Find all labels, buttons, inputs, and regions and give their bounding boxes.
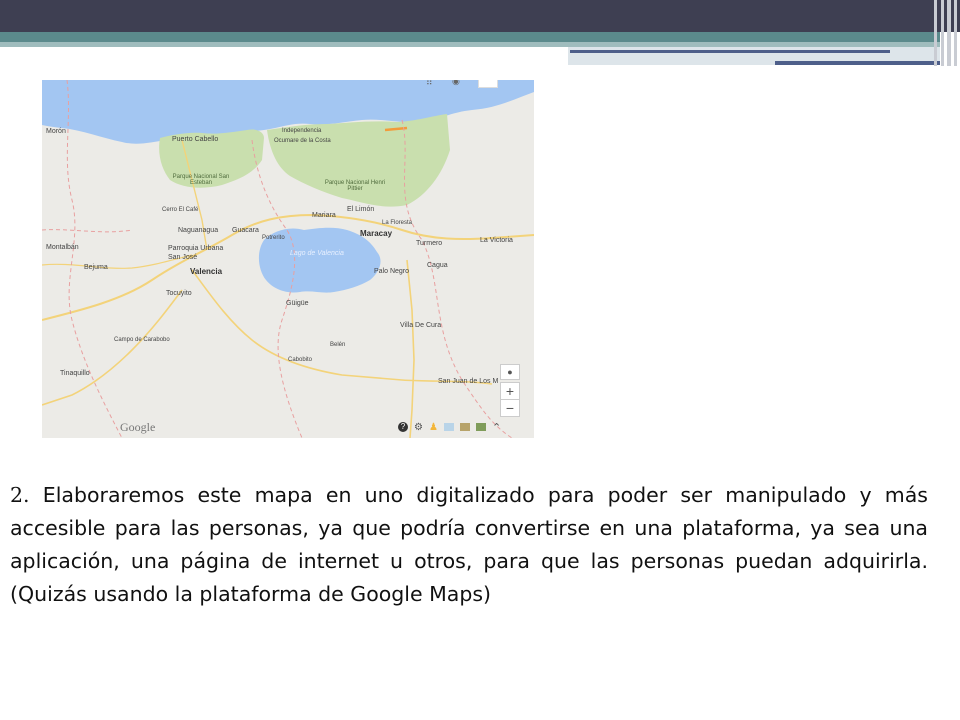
slide-header-rule — [570, 50, 890, 53]
place-label: La Victoria — [480, 237, 513, 244]
place-label: Naguanagua — [178, 227, 219, 234]
place-label: Belén — [330, 342, 346, 348]
slide-header-accent — [0, 32, 940, 42]
menu-box[interactable] — [478, 80, 498, 88]
expand-button[interactable]: ⌃ — [492, 421, 501, 434]
place-label: Cerro El Café — [162, 207, 199, 213]
zoom-in-button[interactable]: + — [500, 382, 520, 400]
place-label: Morón — [46, 128, 66, 135]
slide-corner-bars — [932, 0, 960, 66]
place-label: Güigüe — [286, 300, 309, 307]
place-label: Ocumare de la Costa — [274, 138, 331, 144]
place-label: San Juan de Los M — [438, 378, 499, 385]
city-label: Maracay — [360, 229, 393, 238]
place-label: Parroquia Urbana San José — [168, 245, 224, 261]
place-label: El Limón — [347, 206, 375, 213]
place-label: Cagua — [427, 262, 448, 269]
place-label: Turmero — [416, 240, 443, 247]
place-label: Campo de Carabobo — [114, 337, 170, 343]
place-label: Cabobito — [288, 357, 313, 363]
place-label: Guacara — [232, 227, 259, 234]
pegman-icon[interactable]: ♟ — [429, 422, 438, 433]
park-label: Parque Nacional San Esteban — [172, 174, 230, 186]
slide-body-text: 2. Elaboraremos este mapa en uno digital… — [10, 479, 928, 611]
slide-header-rule-short — [775, 61, 940, 65]
place-label: Montalbán — [46, 244, 79, 251]
map-layer-thumbnail[interactable] — [443, 423, 454, 431]
place-label: Villa De Cura — [400, 322, 442, 329]
place-label: Bejuma — [84, 264, 108, 271]
map-options-icon[interactable]: ⠿ — [426, 80, 433, 88]
map-view[interactable]: Morón Puerto Cabello Independencia Ocuma… — [42, 80, 534, 438]
help-icon[interactable]: ? — [398, 422, 408, 432]
satellite-layer-thumbnail[interactable] — [459, 423, 470, 431]
google-logo: Google — [120, 420, 156, 434]
place-label: Palo Negro — [374, 268, 410, 275]
park-label: Parque Nacional Henri Pittier — [324, 180, 386, 192]
place-label: Tinaquillo — [60, 370, 90, 377]
gear-icon[interactable]: ⚙ — [414, 422, 423, 433]
my-location-button[interactable]: ● — [500, 364, 520, 380]
terrain-layer-thumbnail[interactable] — [475, 423, 486, 431]
city-label: Valencia — [190, 267, 223, 276]
map-bottom-toolbar: ? ⚙ ♟ ⌃ — [398, 420, 501, 434]
zoom-out-button[interactable]: − — [500, 399, 520, 417]
place-label: Potrerito — [262, 235, 285, 241]
locate-icon[interactable]: ◉ — [452, 80, 460, 87]
place-label: Mariara — [312, 212, 336, 219]
item-number: 2. — [10, 483, 30, 507]
slide-header-bar — [0, 0, 960, 32]
item-text: Elaboraremos este mapa en uno digitaliza… — [10, 483, 928, 606]
place-label: Independencia — [282, 128, 322, 134]
place-label: Puerto Cabello — [172, 136, 219, 143]
lake-label: Lago de Valencia — [290, 250, 344, 257]
place-label: Tocuyito — [166, 290, 192, 297]
place-label: La Floresta — [382, 220, 413, 226]
